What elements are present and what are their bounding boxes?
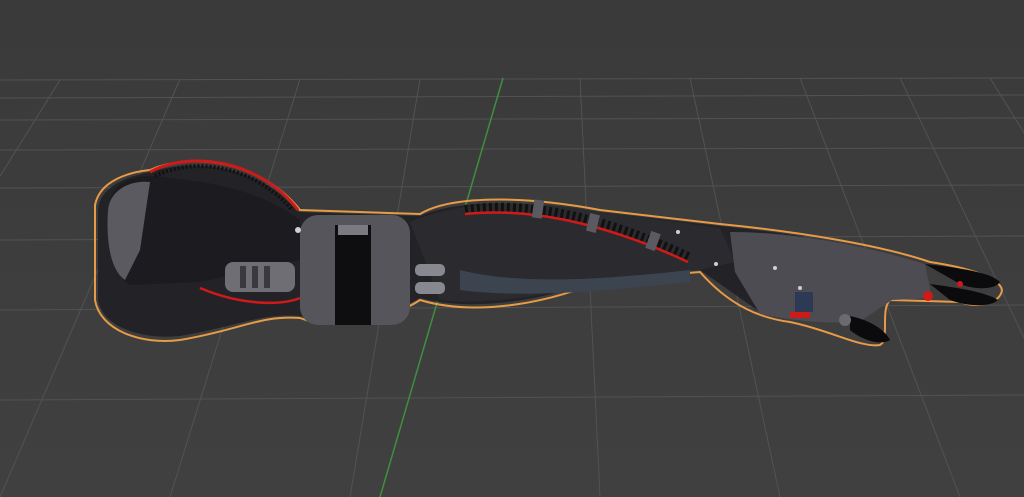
hand-blue-panel (795, 292, 813, 312)
3d-viewport[interactable] (0, 0, 1024, 497)
hand-red-accent (790, 312, 810, 318)
elbow-band (335, 225, 371, 325)
elbow-pistons (225, 262, 295, 292)
elbow-band-cap (338, 225, 368, 235)
viewport-scene[interactable] (0, 0, 1024, 497)
